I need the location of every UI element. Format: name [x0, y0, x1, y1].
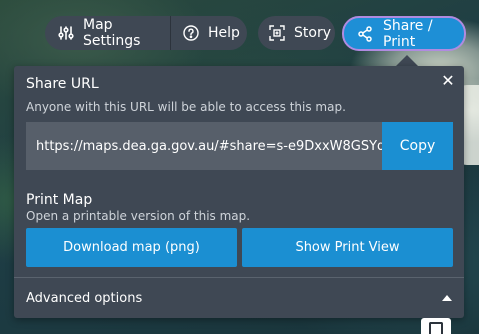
question-circle-icon [182, 24, 200, 42]
copy-button[interactable]: Copy [382, 122, 453, 170]
download-map-button[interactable]: Download map (png) [26, 228, 237, 267]
frame-icon [429, 322, 443, 334]
help-button[interactable]: Help [171, 16, 247, 50]
share-print-button[interactable]: Share / Print [342, 16, 466, 51]
story-label: Story [294, 25, 331, 41]
caret-up-icon [442, 295, 452, 301]
share-print-label: Share / Print [383, 17, 433, 50]
settings-help-group: Map Settings Help [45, 16, 247, 50]
map-control-widget[interactable] [421, 318, 451, 334]
share-url-field[interactable]: https://maps.dea.ga.gov.au/#share=s-e9Dx… [26, 122, 382, 170]
print-map-title: Print Map [26, 192, 93, 208]
panel-pointer [396, 55, 418, 66]
share-url-row: https://maps.dea.ga.gov.au/#share=s-e9Dx… [26, 122, 453, 170]
share-print-panel: ✕ Share URL Anyone with this URL will be… [14, 66, 464, 318]
advanced-options-label: Advanced options [26, 290, 143, 306]
map-settings-label: Map Settings [83, 17, 141, 49]
advanced-options-toggle[interactable]: Advanced options [14, 278, 464, 318]
map-settings-button[interactable]: Map Settings [45, 16, 171, 50]
share-nodes-icon [356, 25, 374, 43]
show-print-view-button[interactable]: Show Print View [242, 228, 453, 267]
help-label: Help [208, 25, 240, 41]
story-frame-icon [268, 24, 286, 42]
share-url-title: Share URL [26, 76, 99, 92]
close-icon[interactable]: ✕ [440, 73, 456, 89]
story-button[interactable]: Story [258, 16, 335, 50]
share-url-description: Anyone with this URL will be able to acc… [26, 100, 346, 114]
sliders-icon [57, 24, 75, 42]
top-toolbar: Map Settings Help Story Share / Print [0, 16, 479, 51]
print-map-description: Open a printable version of this map. [26, 209, 251, 223]
